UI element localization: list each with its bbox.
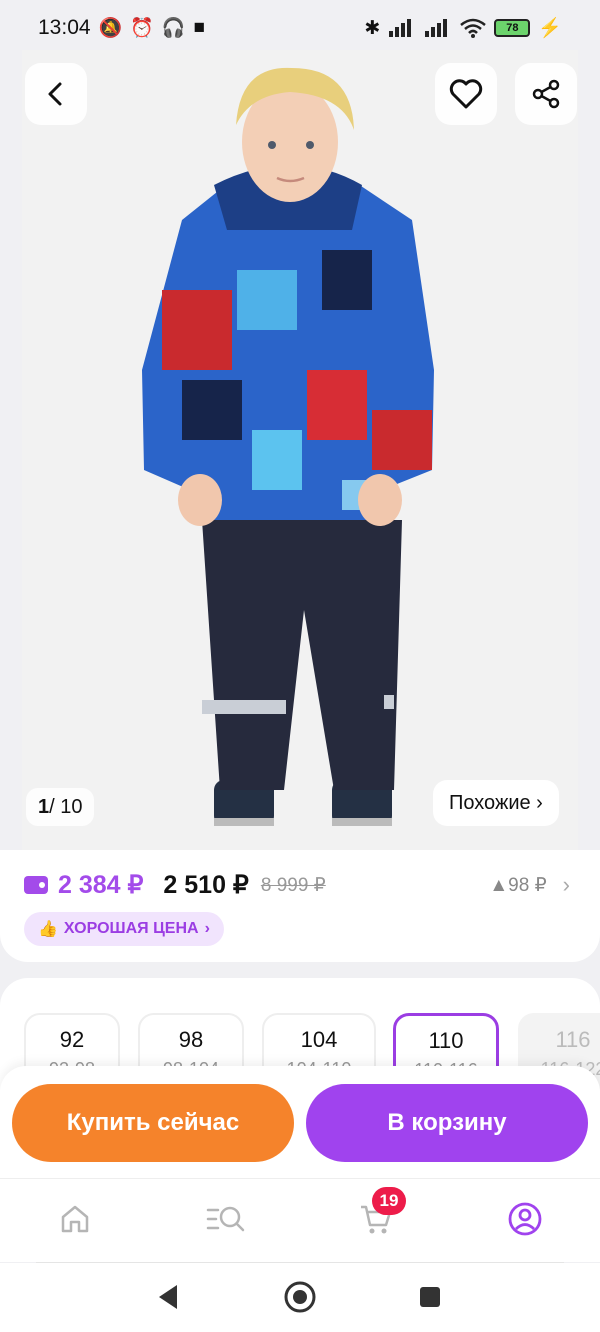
system-home-button[interactable]: [282, 1279, 318, 1315]
system-nav: [0, 1263, 600, 1332]
status-right: ✱ 78 ⚡: [364, 16, 562, 40]
similar-label: Похожие ›: [449, 791, 543, 814]
wifi-icon: [460, 18, 487, 38]
gallery-current: 1: [38, 795, 50, 818]
size-value: 110: [428, 1028, 464, 1053]
profile-icon: [508, 1202, 542, 1236]
price-card: 2 384 ₽ 2 510 ₽ 8 999 ₽ ▲98 ₽ › 👍 ХОРОША…: [0, 850, 600, 962]
system-back-button[interactable]: [150, 1279, 186, 1315]
size-value: 92: [59, 1027, 85, 1052]
chevron-right-icon: ›: [562, 872, 570, 897]
back-button[interactable]: [25, 63, 87, 125]
status-left: 13:04 🔕 ⏰ 🎧 ■: [38, 16, 205, 40]
signal-icon-2: [425, 19, 448, 37]
thumbs-up-icon: 👍: [38, 921, 58, 938]
nav-profile[interactable]: [505, 1199, 545, 1239]
circle-home-icon: [284, 1281, 316, 1313]
headphones-icon: 🎧: [161, 18, 186, 39]
add-to-cart-button[interactable]: В корзину: [306, 1084, 588, 1162]
current-price: 2 510 ₽: [163, 871, 249, 899]
price-delta[interactable]: ▲98 ₽ ›: [489, 872, 570, 898]
gallery-counter: 1 / 10: [26, 788, 95, 826]
size-value: 116: [555, 1027, 591, 1052]
good-price-label: ХОРОШАЯ ЦЕНА: [63, 920, 199, 937]
alarm-icon: ⏰: [130, 18, 154, 39]
price-delta-value: ▲98 ₽: [489, 874, 547, 896]
wallet-price: 2 384 ₽: [58, 871, 144, 899]
triangle-back-icon: [159, 1285, 177, 1309]
size-value: 104: [300, 1027, 338, 1052]
nav-catalog[interactable]: [204, 1199, 248, 1239]
notification-square-icon: ■: [193, 17, 206, 38]
catalog-search-icon: [206, 1206, 245, 1232]
good-price-badge[interactable]: 👍 ХОРОШАЯ ЦЕНА ›: [24, 912, 224, 946]
bluetooth-icon: ✱: [364, 17, 381, 39]
action-bar: Купить сейчас В корзину: [0, 1066, 600, 1178]
chevron-left-icon: [48, 82, 62, 106]
product-gallery[interactable]: 1 / 10 Похожие ›: [22, 50, 578, 850]
old-price: 8 999 ₽: [260, 874, 326, 896]
nav-home[interactable]: [55, 1199, 95, 1239]
system-recents-button[interactable]: [412, 1279, 448, 1315]
chevron-right-icon: ›: [204, 920, 210, 937]
gallery-total: / 10: [49, 795, 83, 818]
cart-count-badge: 19: [372, 1187, 406, 1215]
favorite-button[interactable]: [435, 63, 497, 125]
share-icon: [532, 79, 560, 109]
wallet-icon: [24, 876, 48, 894]
price-row: 2 384 ₽ 2 510 ₽ 8 999 ₽ ▲98 ₽ ›: [24, 870, 570, 900]
bottom-nav: 19: [0, 1178, 600, 1262]
product-photo: [22, 50, 578, 850]
signal-icon: [389, 19, 412, 37]
status-time: 13:04: [38, 16, 91, 39]
battery-icon: 78: [494, 19, 531, 37]
similar-button[interactable]: Похожие ›: [433, 780, 559, 826]
status-bar: 13:04 🔕 ⏰ 🎧 ■ ✱ 78 ⚡: [0, 0, 600, 56]
nav-cart[interactable]: 19: [356, 1187, 406, 1239]
product-screen: 13:04 🔕 ⏰ 🎧 ■ ✱ 78 ⚡ 1 / 10 Похожие › 2 …: [0, 0, 600, 1332]
share-button[interactable]: [515, 63, 577, 125]
mute-icon: 🔕: [98, 18, 123, 39]
heart-icon: [449, 79, 483, 109]
size-value: 98: [178, 1027, 204, 1052]
buy-now-button[interactable]: Купить сейчас: [12, 1084, 294, 1162]
home-icon: [61, 1205, 89, 1233]
square-recents-icon: [420, 1287, 440, 1307]
charging-icon: ⚡: [538, 18, 562, 39]
